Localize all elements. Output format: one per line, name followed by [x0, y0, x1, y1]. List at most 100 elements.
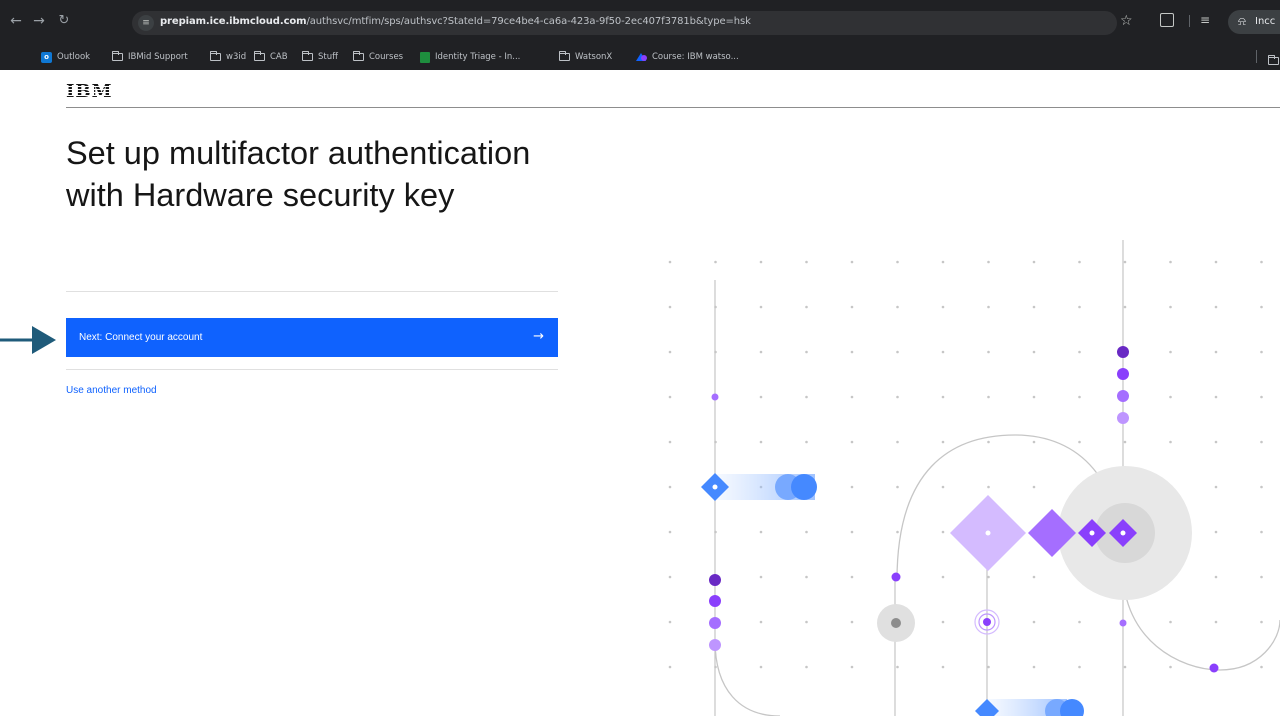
content-divider-bottom — [66, 369, 558, 370]
reload-icon[interactable]: ↻ — [54, 11, 74, 31]
grid-dot — [1260, 305, 1263, 309]
grid-dot — [805, 620, 808, 624]
grid-dot — [759, 305, 763, 309]
bookmark-w3id[interactable]: w3id — [210, 49, 246, 65]
grid-dot — [759, 620, 763, 624]
grid-dot — [1260, 260, 1263, 264]
bookmark-label: Outlook — [57, 52, 91, 62]
grid-dot — [714, 260, 717, 264]
grid-dot — [1032, 665, 1036, 669]
grid-dot — [1214, 260, 1218, 264]
grid-dot — [1260, 440, 1263, 444]
grid-dot — [850, 440, 854, 444]
site-info-icon[interactable]: ≡ — [138, 15, 154, 31]
grid-dot — [850, 485, 854, 489]
grid-dot — [805, 260, 808, 264]
grid-dot — [1169, 395, 1172, 399]
other-bookmarks-folder[interactable] — [1268, 53, 1279, 69]
node-dot — [891, 618, 901, 628]
grid-dot — [1260, 350, 1263, 354]
incognito-icon: ⍾ — [1238, 14, 1246, 28]
node-dot — [709, 574, 721, 586]
grid-dot — [805, 530, 808, 534]
extensions-icon[interactable] — [1160, 13, 1174, 27]
bookmark-label: Course: IBM watso... — [652, 52, 739, 62]
bookmark-identity-triage[interactable]: Identity Triage - In... — [420, 49, 520, 65]
next-connect-account-button[interactable]: Next: Connect your account → — [66, 318, 558, 357]
toolbar-separator — [1189, 15, 1190, 27]
reading-list-icon[interactable]: ≡ — [1200, 13, 1210, 27]
bookmark-label: IBMid Support — [128, 52, 188, 62]
folder-icon — [353, 51, 364, 61]
grid-dot — [1123, 260, 1127, 264]
grid-dot — [1123, 440, 1127, 444]
bookmark-outlook[interactable]: o Outlook — [41, 49, 90, 65]
bookmark-course-watsonx[interactable]: Course: IBM watso... — [636, 49, 739, 65]
folder-icon — [210, 51, 221, 61]
node-dot — [1117, 390, 1129, 402]
bookmark-courses[interactable]: Courses — [353, 49, 403, 65]
grid-dot — [896, 530, 899, 534]
grid-dot — [1169, 305, 1172, 309]
grid-dot — [759, 530, 763, 534]
grid-dot — [1078, 350, 1081, 354]
grid-dot — [1214, 530, 1218, 534]
grid-dot — [1214, 440, 1218, 444]
node-dot — [985, 530, 991, 536]
bookmark-label: CAB — [270, 52, 288, 62]
bookmark-watsonx[interactable]: WatsonX — [559, 49, 612, 65]
profile-label: Incc — [1255, 16, 1276, 27]
node-dot — [712, 484, 718, 490]
grid-dot — [987, 305, 990, 309]
node-dot — [1117, 412, 1129, 424]
grid-dot — [1032, 260, 1036, 264]
grid-dot — [1169, 350, 1172, 354]
grid-dot — [941, 350, 945, 354]
grid-dot — [896, 260, 899, 264]
grid-dot — [1169, 665, 1172, 669]
grid-dot — [1078, 305, 1081, 309]
bookmark-label: Identity Triage - In... — [435, 52, 521, 62]
grid-dot — [1078, 260, 1081, 264]
grid-dot — [1260, 395, 1263, 399]
node-dot — [709, 617, 721, 629]
grid-dot — [805, 575, 808, 579]
bookmark-cab[interactable]: CAB — [254, 49, 288, 65]
grid-dot — [850, 575, 854, 579]
use-another-method-link[interactable]: Use another method — [66, 385, 157, 396]
forward-icon[interactable]: → — [29, 11, 49, 31]
grid-dot — [1214, 395, 1218, 399]
bookmark-star-icon[interactable]: ☆ — [1120, 13, 1133, 29]
grid-dot — [896, 440, 899, 444]
node-dot — [1209, 663, 1219, 673]
grid-dot — [1078, 665, 1081, 669]
grid-dot — [941, 305, 945, 309]
grid-dot — [896, 305, 899, 309]
bookmark-stuff[interactable]: Stuff — [302, 49, 338, 65]
grid-dot — [850, 395, 854, 399]
node-dot — [1117, 368, 1129, 380]
url-text[interactable]: prepiam.ice.ibmcloud.com/authsvc/mtfim/s… — [160, 16, 751, 27]
grid-dot — [805, 440, 808, 444]
node-dot — [711, 393, 719, 401]
header-divider — [66, 107, 1280, 108]
bookmark-label: WatsonX — [575, 52, 613, 62]
grid-dot — [850, 620, 854, 624]
grid-dot — [850, 530, 854, 534]
grid-dot — [805, 665, 808, 669]
mfa-illustration — [630, 240, 1280, 716]
grid-dot — [987, 395, 990, 399]
grid-dot — [941, 440, 945, 444]
bookmark-ibmid-support[interactable]: IBMid Support — [112, 49, 188, 65]
grid-dot — [1260, 620, 1263, 624]
grid-dot — [941, 485, 945, 489]
folder-icon — [1268, 55, 1279, 65]
page-title: Set up multifactor authentication with H… — [66, 135, 531, 213]
arrow-head — [32, 326, 56, 354]
browser-toolbar: ← → ↻ ≡ prepiam.ice.ibmcloud.com/authsvc… — [0, 0, 1280, 44]
spreadsheet-icon — [420, 51, 430, 63]
content-divider-top — [66, 291, 558, 292]
grid-dot — [668, 350, 672, 354]
back-icon[interactable]: ← — [6, 11, 26, 31]
grid-dot — [668, 575, 672, 579]
